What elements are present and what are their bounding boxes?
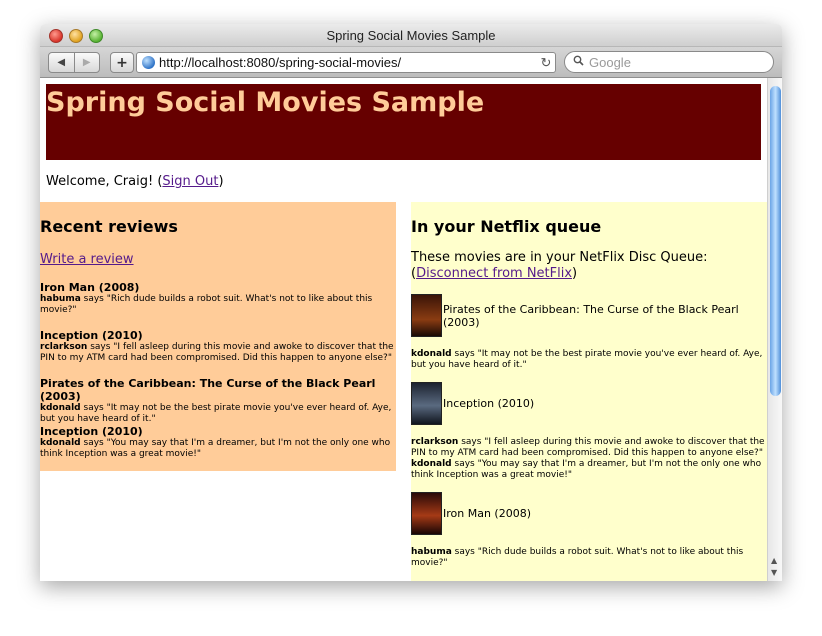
review-item: Inception (2010) rclarkson says "I fell … [40, 329, 396, 364]
says-word: says [454, 459, 475, 469]
page-header: Spring Social Movies Sample [46, 84, 761, 160]
nav-buttons: ◀ ▶ [48, 52, 100, 73]
queue-movie[interactable]: Pirates of the Caribbean: The Curse of t… [411, 294, 767, 337]
url-text[interactable]: http://localhost:8080/spring-social-movi… [159, 55, 537, 70]
comment-user: kdonald [411, 349, 452, 359]
review-item: Iron Man (2008) habuma says "Rich dude b… [40, 281, 396, 316]
page-title: Spring Social Movies Sample [46, 87, 485, 118]
queue-movie-comments: kdonald says "It may not be the best pir… [411, 349, 767, 371]
queue-movie-title: Pirates of the Caribbean: The Curse of t… [443, 302, 739, 329]
disconnect-netflix-link[interactable]: Disconnect from NetFlix [416, 266, 572, 281]
queue-movie-title: Inception (2010) [443, 397, 535, 410]
scroll-down-arrow-icon[interactable]: ▼ [771, 568, 777, 577]
recent-reviews-heading: Recent reviews [40, 217, 178, 236]
review-user: kdonald [40, 438, 81, 448]
comment-user: rclarkson [411, 437, 459, 447]
search-field[interactable]: Google [564, 51, 774, 73]
search-icon [573, 55, 585, 69]
globe-icon [142, 56, 155, 69]
browser-toolbar: ◀ ▶ + http://localhost:8080/spring-socia… [40, 47, 782, 78]
browser-window: Spring Social Movies Sample ◀ ▶ + http:/… [40, 24, 782, 581]
review-user: rclarkson [40, 342, 88, 352]
window-title: Spring Social Movies Sample [326, 28, 496, 43]
queue-movie[interactable]: Inception (2010) [411, 382, 534, 425]
review-movie-title: Inception (2010) [40, 329, 143, 342]
recent-reviews-panel: Recent reviews Write a review Iron Man (… [40, 202, 396, 471]
says-word: says [83, 403, 104, 413]
queue-movie-comments: habuma says "Rich dude builds a robot su… [411, 547, 767, 569]
movie-poster-image [411, 382, 442, 425]
review-item: Inception (2010) kdonald says "You may s… [40, 425, 396, 460]
comment-user: habuma [411, 547, 452, 557]
page-viewport: Spring Social Movies Sample Welcome, Cra… [40, 78, 767, 581]
welcome-suffix: ) [218, 174, 224, 189]
write-review-link[interactable]: Write a review [40, 252, 134, 267]
comment-user: kdonald [411, 459, 452, 469]
review-movie-title: Pirates of the Caribbean: The Curse of t… [40, 377, 376, 403]
add-bookmark-button[interactable]: + [110, 52, 134, 73]
movie-poster-image [411, 294, 442, 337]
search-placeholder: Google [589, 54, 631, 70]
queue-movie[interactable]: Iron Man (2008) [411, 492, 531, 535]
says-word: says [454, 547, 475, 557]
scrollbar-thumb[interactable] [770, 86, 781, 396]
netflix-intro: These movies are in your NetFlix Disc Qu… [411, 250, 767, 282]
vertical-scrollbar[interactable]: ▲ ▼ [767, 78, 782, 581]
welcome-text: Welcome, Craig! ( [46, 174, 163, 189]
address-bar[interactable]: http://localhost:8080/spring-social-movi… [136, 52, 556, 73]
review-user: kdonald [40, 403, 81, 413]
review-movie-title: Inception (2010) [40, 425, 143, 438]
says-word: says [90, 342, 111, 352]
title-bar: Spring Social Movies Sample [40, 24, 782, 47]
review-movie-title: Iron Man (2008) [40, 281, 140, 294]
says-word: says [83, 438, 104, 448]
netflix-intro-text: These movies are in your NetFlix Disc Qu… [411, 250, 708, 265]
welcome-line: Welcome, Craig! (Sign Out) [46, 174, 224, 189]
queue-movie-title: Iron Man (2008) [443, 507, 531, 520]
scroll-up-arrow-icon[interactable]: ▲ [771, 556, 777, 565]
movie-poster-image [411, 492, 442, 535]
reload-icon[interactable]: ↻ [537, 55, 555, 71]
review-item: Pirates of the Caribbean: The Curse of t… [40, 377, 396, 425]
says-word: says [83, 294, 104, 304]
says-word: says [461, 437, 482, 447]
queue-movie-comments: rclarkson says "I fell asleep during thi… [411, 437, 767, 481]
review-user: habuma [40, 294, 81, 304]
netflix-queue-panel: In your Netflix queue These movies are i… [411, 202, 767, 581]
netflix-heading: In your Netflix queue [411, 217, 602, 236]
sign-out-link[interactable]: Sign Out [162, 174, 218, 189]
forward-button[interactable]: ▶ [73, 53, 100, 72]
paren-close: ) [572, 266, 578, 281]
back-button[interactable]: ◀ [49, 53, 74, 72]
says-word: says [454, 349, 475, 359]
